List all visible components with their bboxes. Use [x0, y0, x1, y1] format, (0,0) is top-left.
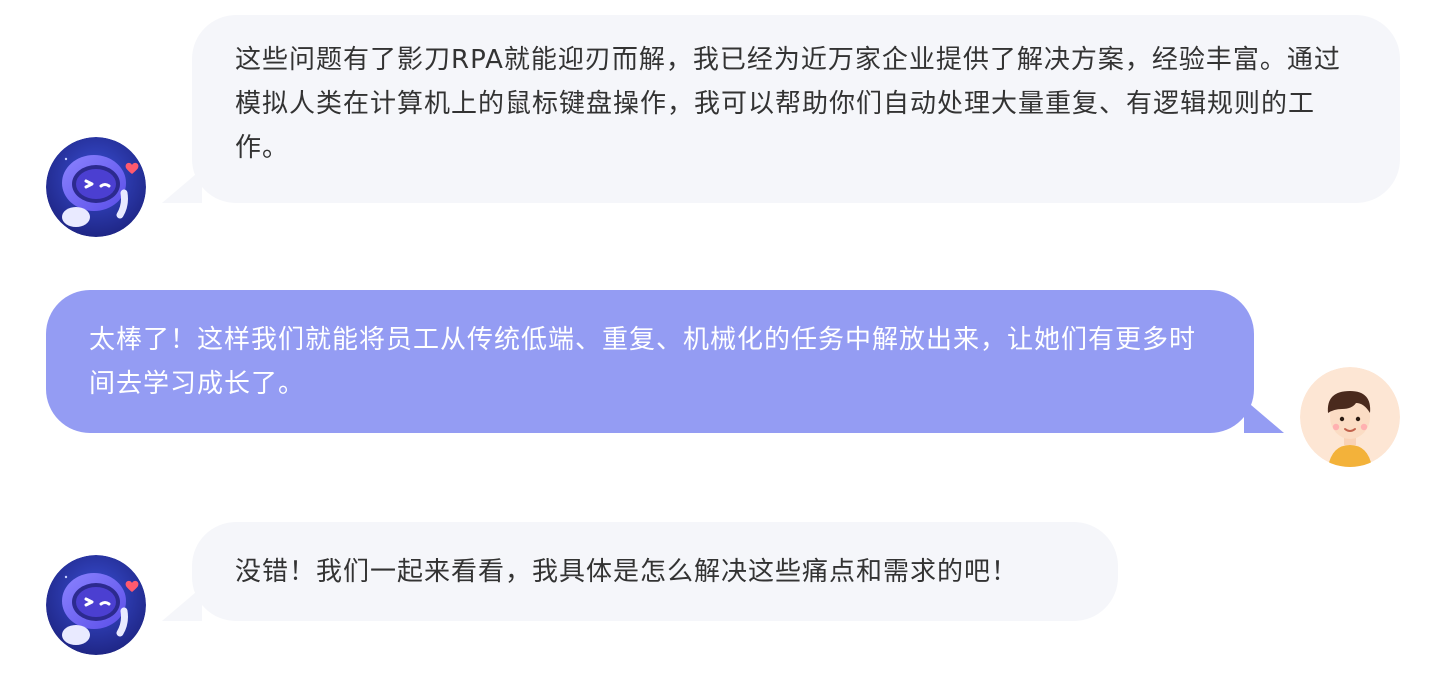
bot-message-bubble: 这些问题有了影刀RPA就能迎刃而解，我已经为近万家企业提供了解决方案，经验丰富。… [192, 15, 1400, 203]
bot-message-text: 没错！我们一起来看看，我具体是怎么解决这些痛点和需求的吧！ [235, 557, 1019, 587]
robot-astronaut-avatar-icon[interactable] [46, 137, 146, 237]
boy-user-avatar-icon[interactable] [1300, 367, 1400, 467]
bot-message-bubble: 没错！我们一起来看看，我具体是怎么解决这些痛点和需求的吧！ [192, 522, 1118, 621]
user-message-bubble: 太棒了！这样我们就能将员工从传统低端、重复、机械化的任务中解放出来，让她们有更多… [46, 290, 1254, 433]
robot-astronaut-avatar-icon[interactable] [46, 555, 146, 655]
bot-message-text: 这些问题有了影刀RPA就能迎刃而解，我已经为近万家企业提供了解决方案，经验丰富。… [235, 45, 1341, 163]
user-message-text: 太棒了！这样我们就能将员工从传统低端、重复、机械化的任务中解放出来，让她们有更多… [89, 325, 1197, 399]
